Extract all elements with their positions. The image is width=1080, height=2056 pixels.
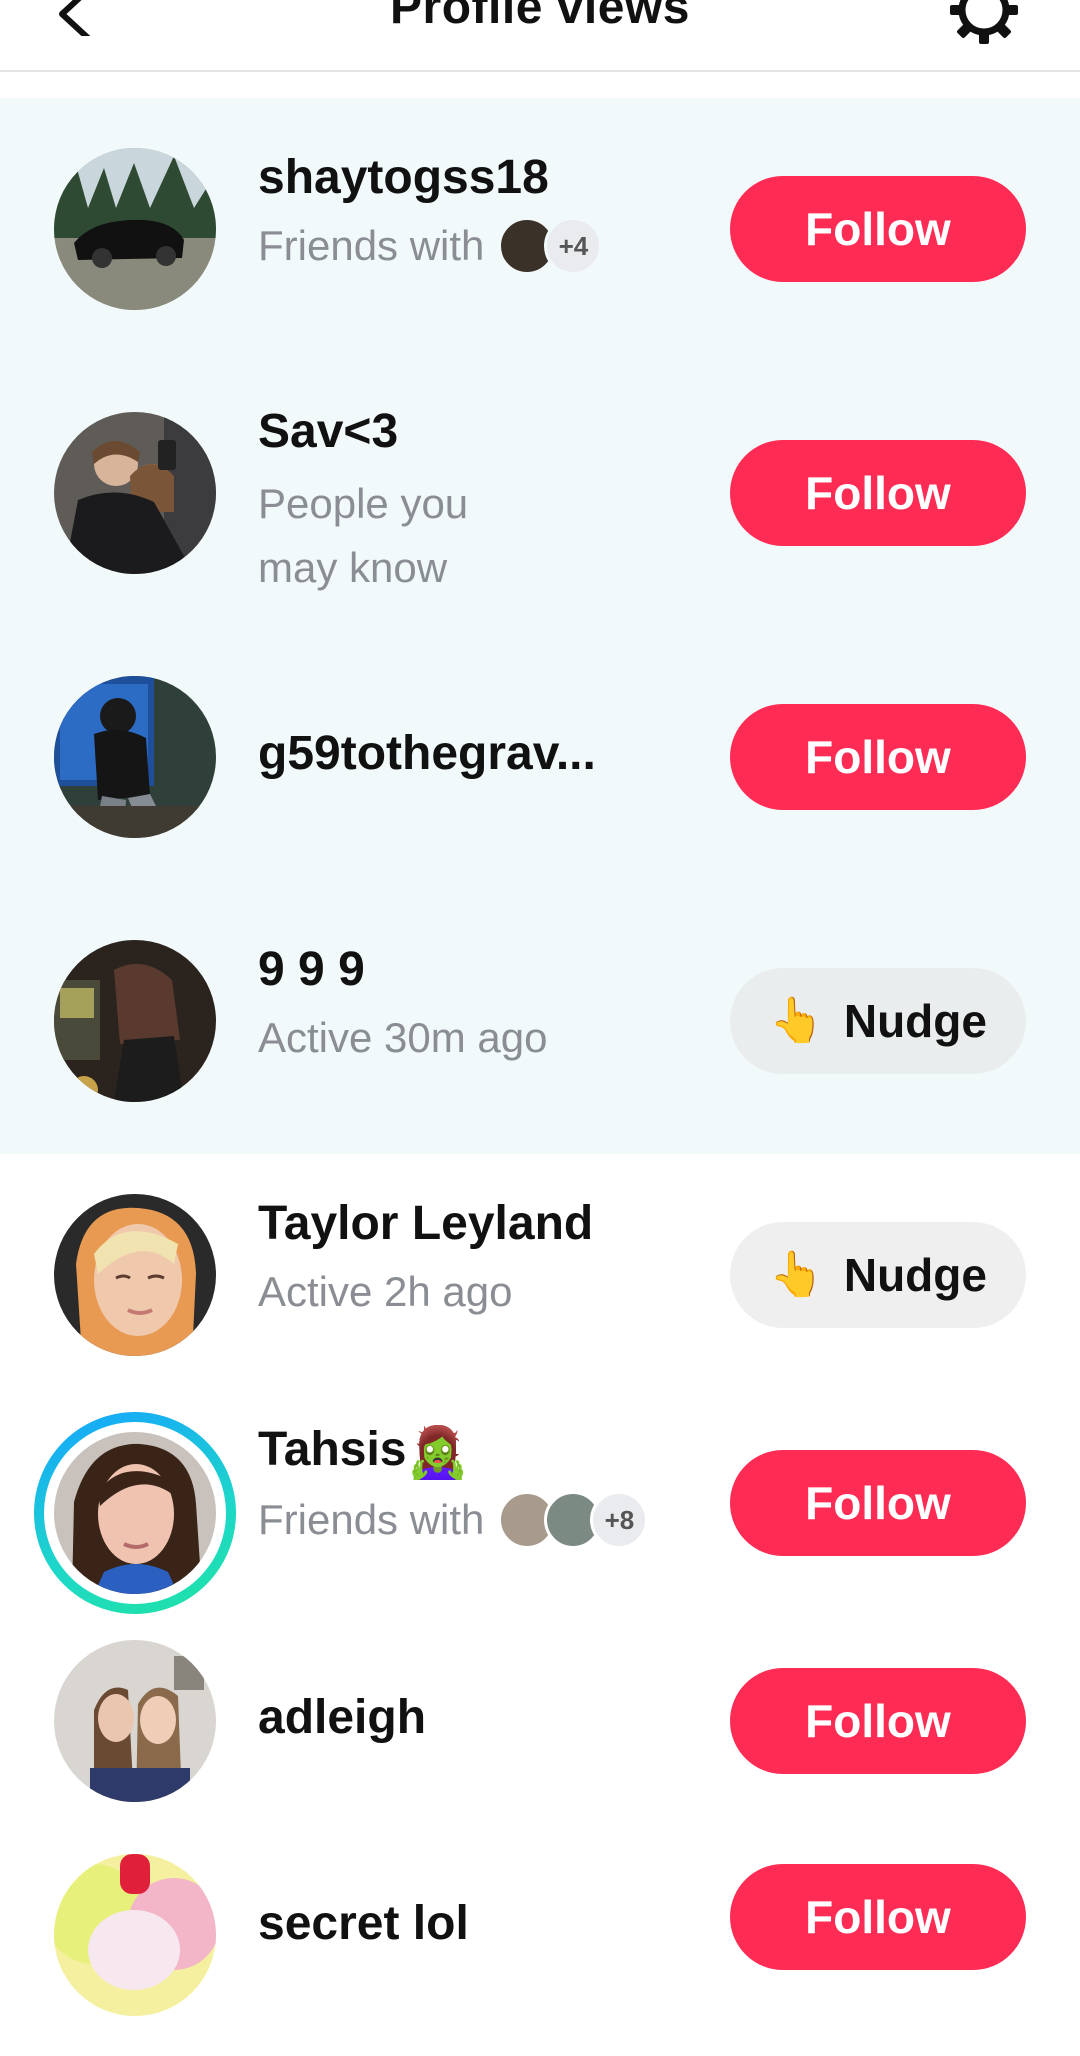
user-info: g59tothegrav... (258, 726, 596, 782)
user-info: Taylor Leyland Active 2h ago (258, 1196, 593, 1324)
activity-status: Active 30m ago (258, 1014, 548, 1061)
avatar[interactable] (54, 1432, 216, 1594)
list-item[interactable]: Sav<3 People you may know Follow (0, 362, 1080, 626)
friends-with-label: Friends with (258, 222, 485, 269)
follow-button[interactable]: Follow (730, 440, 1026, 546)
username: Sav<3 (258, 405, 399, 458)
pointing-hand-icon: 👆 (769, 996, 824, 1045)
settings-gear-icon[interactable] (944, 0, 1024, 50)
username: Tahsis🧟‍♀️ (258, 1422, 648, 1480)
nudge-button[interactable]: 👆 Nudge (730, 968, 1026, 1074)
page-title: Profile views (390, 0, 690, 34)
friends-with-label: Friends with (258, 1496, 485, 1544)
user-info: 9 9 9 Active 30m ago (258, 942, 548, 1070)
more-count: +4 (544, 217, 603, 275)
user-info: shaytogss18 Friends with +4 (258, 150, 603, 278)
avatar[interactable] (54, 412, 216, 574)
nudge-button[interactable]: 👆 Nudge (730, 1222, 1026, 1328)
follow-button[interactable]: Follow (730, 1450, 1026, 1556)
follow-button[interactable]: Follow (730, 1864, 1026, 1970)
mutual-avatars: +4 (498, 217, 603, 275)
nudge-label: Nudge (843, 995, 987, 1047)
list-item[interactable]: Tahsis🧟‍♀️ Friends with +8 Follow (0, 1404, 1080, 1622)
follow-button[interactable]: Follow (730, 704, 1026, 810)
list-item[interactable]: shaytogss18 Friends with +4 Follow (0, 98, 1080, 362)
mutual-friends: Friends with +4 (258, 214, 603, 278)
pointing-hand-icon: 👆 (769, 1250, 824, 1299)
profile-views-list: shaytogss18 Friends with +4 Follow Sav<3… (0, 98, 1080, 2056)
list-item[interactable]: 9 9 9 Active 30m ago 👆 Nudge (0, 890, 1080, 1154)
username: adleigh (258, 1691, 427, 1744)
user-info: Sav<3 People you may know (258, 404, 558, 600)
zombie-emoji-icon: 🧟‍♀️ (406, 1424, 469, 1481)
avatar[interactable] (54, 1194, 216, 1356)
activity-status: Active 2h ago (258, 1268, 513, 1315)
username: Taylor Leyland (258, 1197, 594, 1250)
list-item[interactable]: g59tothegrav... Follow (0, 626, 1080, 890)
mutual-friends: Friends with +8 (258, 1488, 649, 1552)
user-info: secret lol (258, 1896, 469, 1952)
username: 9 9 9 (258, 943, 365, 996)
list-item[interactable]: adleigh Follow (0, 1622, 1080, 1836)
more-count: +8 (590, 1491, 649, 1550)
follow-button[interactable]: Follow (730, 176, 1026, 282)
avatar[interactable] (54, 1640, 216, 1802)
follow-button[interactable]: Follow (730, 1668, 1026, 1774)
top-bar: Profile views (0, 0, 1080, 72)
avatar[interactable] (54, 1854, 216, 2016)
avatar[interactable] (54, 676, 216, 838)
username: shaytogss18 (258, 151, 549, 204)
user-info: Tahsis🧟‍♀️ Friends with +8 (258, 1422, 649, 1552)
suggestion-reason: People you may know (258, 480, 469, 591)
username: g59tothegrav... (258, 727, 596, 780)
nudge-label: Nudge (843, 1249, 987, 1301)
username-text: Tahsis (258, 1423, 407, 1476)
list-item[interactable]: Taylor Leyland Active 2h ago 👆 Nudge (0, 1154, 1080, 1404)
mutual-avatars: +8 (498, 1491, 649, 1550)
avatar[interactable] (54, 940, 216, 1102)
list-item[interactable]: secret lol Follow (0, 1836, 1080, 2056)
avatar[interactable] (54, 148, 216, 310)
username: secret lol (258, 1897, 469, 1950)
user-info: adleigh (258, 1690, 426, 1746)
